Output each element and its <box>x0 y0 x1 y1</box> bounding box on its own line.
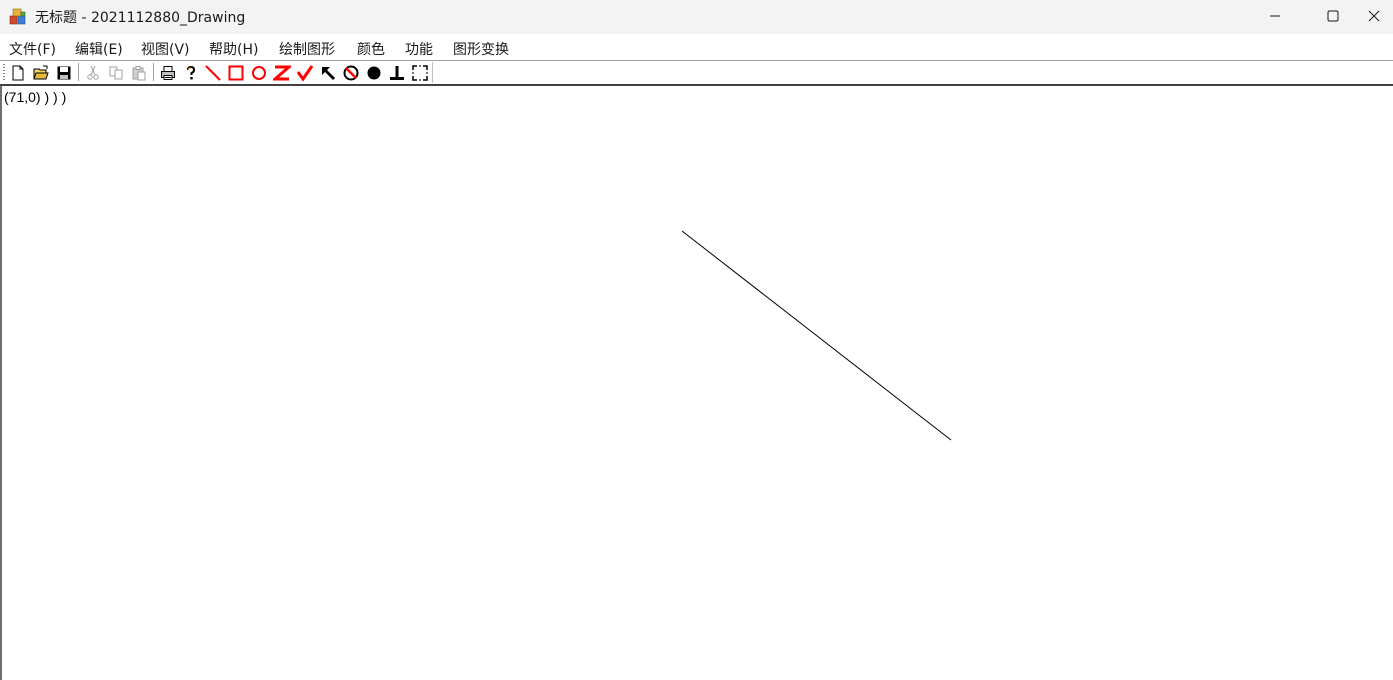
app-blocks-icon <box>9 8 26 25</box>
rectangle-tool-icon <box>228 65 244 80</box>
new-file-button[interactable] <box>8 63 28 82</box>
maximize-button[interactable] <box>1310 0 1356 32</box>
select-region-tool-button[interactable] <box>410 63 430 82</box>
perpendicular-tool-button[interactable] <box>387 63 407 82</box>
maximize-icon <box>1327 10 1339 22</box>
print-icon <box>161 65 175 80</box>
cut-icon <box>87 65 99 80</box>
menu-function[interactable]: 功能 <box>405 39 433 59</box>
title-bar[interactable]: 无标题 - 2021112880_Drawing <box>0 0 1393 34</box>
polyline-v-tool-button[interactable] <box>295 63 315 82</box>
app-window: 无标题 - 2021112880_Drawing 文件(F) 编辑(E) 视图(… <box>0 0 1393 680</box>
line-tool-icon <box>205 64 221 81</box>
help-icon <box>187 65 196 79</box>
arrow-tool-button[interactable] <box>318 63 338 82</box>
toolbar-separator <box>78 63 80 81</box>
open-button[interactable] <box>31 63 51 82</box>
arrow-tool-icon <box>322 66 335 80</box>
polyline-z-tool-icon <box>273 65 291 80</box>
copy-button[interactable] <box>106 63 126 82</box>
fill-tool-icon <box>343 65 359 80</box>
menu-help[interactable]: 帮助(H) <box>209 39 258 59</box>
filled-circle-tool-icon <box>367 66 381 79</box>
menu-bar: 文件(F) 编辑(E) 视图(V) 帮助(H) 绘制图形 颜色 功能 图形变换 <box>0 34 1393 60</box>
drawn-line <box>681 230 952 441</box>
minimize-button[interactable] <box>1252 0 1298 32</box>
copy-icon <box>109 66 123 79</box>
menu-edit[interactable]: 编辑(E) <box>75 39 123 59</box>
menu-transform[interactable]: 图形变换 <box>453 39 509 59</box>
select-region-tool-icon <box>412 64 428 81</box>
menu-draw-shapes[interactable]: 绘制图形 <box>279 39 335 59</box>
polyline-z-tool-button[interactable] <box>272 63 292 82</box>
fill-tool-button[interactable] <box>341 63 361 82</box>
perpendicular-tool-icon <box>390 65 404 80</box>
minimize-icon <box>1270 15 1280 17</box>
polyline-v-tool-icon <box>296 64 314 82</box>
drawing-surface <box>681 230 952 441</box>
menu-file[interactable]: 文件(F) <box>9 39 56 59</box>
window-title: 无标题 - 2021112880_Drawing <box>35 10 246 26</box>
toolbar-grip[interactable] <box>3 64 5 80</box>
menu-color[interactable]: 颜色 <box>357 39 385 59</box>
drawing-canvas[interactable]: (71,0) ) ) ) <box>0 86 1393 680</box>
open-folder-icon <box>33 65 49 79</box>
filled-circle-tool-button[interactable] <box>364 63 384 82</box>
toolbar-separator <box>153 63 155 81</box>
save-icon <box>57 66 71 79</box>
rectangle-tool-button[interactable] <box>226 63 246 82</box>
paste-button[interactable] <box>129 63 149 82</box>
close-button[interactable] <box>1368 0 1393 32</box>
print-button[interactable] <box>158 63 178 82</box>
paste-icon <box>132 65 146 80</box>
help-button[interactable] <box>181 63 201 82</box>
save-button[interactable] <box>54 63 74 82</box>
toolbar <box>0 61 1393 84</box>
circle-tool-button[interactable] <box>249 63 269 82</box>
circle-tool-icon <box>252 65 266 80</box>
menu-view[interactable]: 视图(V) <box>141 39 190 59</box>
line-tool-button[interactable] <box>203 63 223 82</box>
close-icon <box>1368 10 1380 22</box>
cut-button[interactable] <box>83 63 103 82</box>
new-file-icon <box>12 65 24 80</box>
